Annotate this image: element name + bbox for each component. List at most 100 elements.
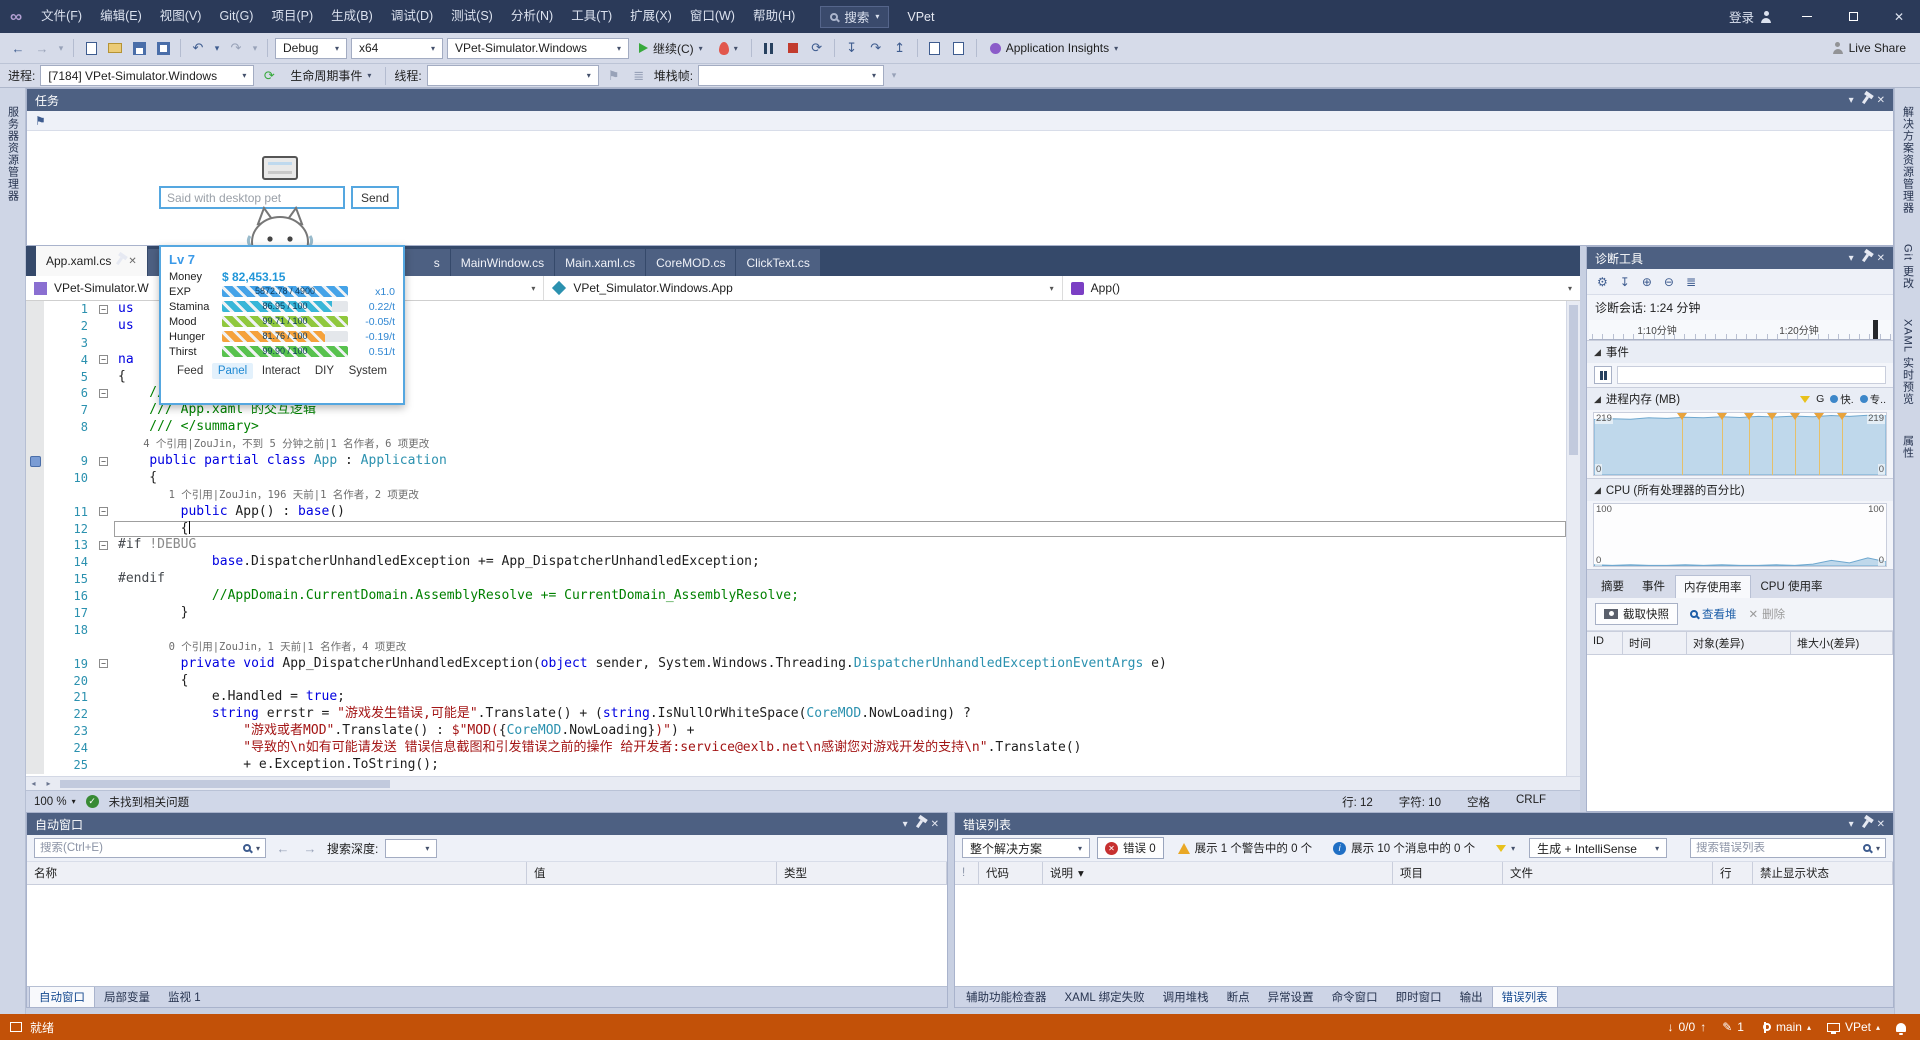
errors-titlebar[interactable]: 错误列表 ▾ ✕ — [955, 813, 1893, 835]
pet-tab-System[interactable]: System — [343, 363, 393, 379]
bottom-tab-监视 1[interactable]: 监视 1 — [159, 987, 210, 1007]
menu-item-工具(T)[interactable]: 工具(T) — [562, 0, 621, 33]
window-menu-icon[interactable]: ▾ — [1849, 253, 1854, 264]
scroll-right-icon[interactable]: ▸ — [41, 779, 56, 788]
menu-item-帮助(H)[interactable]: 帮助(H) — [744, 0, 804, 33]
notifications-button[interactable] — [1896, 1022, 1906, 1035]
scroll-left-icon[interactable]: ◂ — [26, 779, 41, 788]
fold-toggle[interactable]: − — [99, 540, 108, 550]
navigate-dropdown-icon[interactable]: ▾ — [56, 38, 66, 58]
pet-send-button[interactable]: Send — [351, 186, 399, 209]
menu-item-文件(F)[interactable]: 文件(F) — [32, 0, 91, 33]
menu-item-Git(G)[interactable]: Git(G) — [210, 0, 262, 33]
refresh-process-icon[interactable]: ⟳ — [259, 66, 279, 86]
thread-combo[interactable]: ▾ — [426, 65, 599, 86]
errors-col-禁止显示状态[interactable]: 禁止显示状态 — [1753, 862, 1893, 884]
undo-dropdown-icon[interactable]: ▾ — [212, 38, 222, 58]
step-out-icon[interactable]: ↥ — [890, 38, 910, 58]
save-icon[interactable] — [129, 38, 149, 58]
view-heap-button[interactable]: 查看堆 — [1690, 606, 1737, 622]
stack-frame-combo[interactable]: ▾ — [698, 65, 885, 86]
window-menu-icon[interactable]: ▾ — [1849, 95, 1854, 106]
flag-icon[interactable]: ⚑ — [35, 114, 46, 128]
minimize-button[interactable] — [1786, 0, 1828, 33]
autohide-tab-服务器资源管理器[interactable]: 服务器资源管理器 — [5, 94, 21, 214]
repo-button[interactable]: VPet ▴ — [1826, 1020, 1880, 1034]
code-line-14[interactable]: 14 base.DispatcherUnhandledException += … — [26, 554, 1566, 572]
navigate-forward-icon[interactable]: → — [32, 38, 52, 58]
code-line-13[interactable]: 13− #if !DEBUG — [26, 537, 1566, 555]
legend-专..[interactable]: 专.. — [1859, 392, 1886, 407]
live-share-button[interactable]: Live Share — [1826, 37, 1912, 59]
type-dropdown[interactable]: VPet_Simulator.Windows.App ▾ — [544, 276, 1063, 300]
errors-search[interactable]: ▾ — [1690, 838, 1886, 858]
errors-col-文件[interactable]: 文件 — [1503, 862, 1713, 884]
bottom-tab-异常设置[interactable]: 异常设置 — [1259, 987, 1323, 1007]
code-line-19[interactable]: 19− private void App_DispatcherUnhandled… — [26, 655, 1566, 673]
autohide-tab-属性[interactable]: 属性 — [1900, 423, 1916, 471]
zoom-combo[interactable]: 100 % ▾ — [34, 796, 76, 808]
menu-item-项目(P)[interactable]: 项目(P) — [262, 0, 322, 33]
autohide-tab-XAML 实时预览[interactable]: XAML 实时预览 — [1900, 307, 1916, 417]
process-combo[interactable]: [7184] VPet-Simulator.Windows ▾ — [40, 65, 255, 86]
bottom-tab-调用堆栈[interactable]: 调用堆栈 — [1154, 987, 1218, 1007]
comment-icon[interactable] — [949, 38, 969, 58]
snapshot-table-body[interactable] — [1587, 655, 1893, 811]
bottom-tab-局部变量[interactable]: 局部变量 — [95, 987, 159, 1007]
fold-toggle[interactable]: − — [99, 507, 108, 517]
window-menu-icon[interactable]: ▾ — [903, 819, 908, 830]
fold-toggle[interactable]: − — [99, 456, 108, 466]
codelens-row[interactable]: 0 个引用|ZouJin，1 天前|1 名作者，4 项更改 — [26, 638, 1566, 656]
menu-item-视图(V)[interactable]: 视图(V) — [151, 0, 211, 33]
code-line-22[interactable]: 22 string errstr = "游戏发生错误,可能是".Translat… — [26, 706, 1566, 724]
close-icon[interactable]: ✕ — [128, 256, 136, 267]
menu-item-测试(S)[interactable]: 测试(S) — [442, 0, 502, 33]
close-button[interactable]: ✕ — [1878, 0, 1920, 33]
code-line-12[interactable]: 12 { — [26, 520, 1566, 538]
scope-combo[interactable]: 整个解决方案 ▾ — [962, 838, 1090, 858]
login-button[interactable]: 登录 — [1719, 7, 1782, 26]
events-section-header[interactable]: ◢ 事件 — [1587, 340, 1893, 363]
search-back-icon[interactable]: ← — [273, 838, 293, 858]
source-combo[interactable]: 生成 + IntelliSense ▾ — [1529, 838, 1668, 858]
restart-icon[interactable]: ⟳ — [807, 38, 827, 58]
errors-col-项目[interactable]: 项目 — [1393, 862, 1503, 884]
code-line-16[interactable]: 16 //AppDomain.CurrentDomain.AssemblyRes… — [26, 588, 1566, 606]
doc-tab-Main.xaml.cs[interactable]: Main.xaml.cs — [555, 249, 646, 276]
bottom-tab-即时窗口[interactable]: 即时窗口 — [1387, 987, 1451, 1007]
toolbar-overflow-icon[interactable]: ▾ — [889, 66, 899, 86]
errors-filter-button[interactable]: 错误 0 — [1097, 837, 1164, 859]
diag-tab-事件[interactable]: 事件 — [1634, 575, 1673, 598]
code-line-25[interactable]: 25 + e.Exception.ToString(); — [26, 757, 1566, 774]
find-in-files-icon[interactable] — [925, 38, 945, 58]
errors-col-代码[interactable]: 代码 — [979, 862, 1043, 884]
diag-titlebar[interactable]: 诊断工具 ▾ ✕ — [1587, 247, 1893, 269]
bottom-tab-输出[interactable]: 输出 — [1451, 987, 1492, 1007]
code-line-21[interactable]: 21 e.Handled = true; — [26, 689, 1566, 707]
break-all-icon[interactable] — [759, 38, 779, 58]
code-line-23[interactable]: 23 "游戏或者MOD".Translate() : $"MOD({CoreMO… — [26, 723, 1566, 741]
pin-icon[interactable] — [116, 256, 124, 266]
code-line-24[interactable]: 24 "导致的\n如有可能请发送 错误信息截图和引发错误之前的操作 给开发者:s… — [26, 740, 1566, 758]
code-line-10[interactable]: 10 { — [26, 469, 1566, 487]
doc-tab-CoreMOD.cs[interactable]: CoreMOD.cs — [646, 249, 736, 276]
pin-icon[interactable] — [1861, 95, 1869, 105]
navigate-back-icon[interactable]: ← — [8, 38, 28, 58]
step-over-icon[interactable]: ↷ — [866, 38, 886, 58]
diag-col-时间[interactable]: 时间 — [1623, 632, 1687, 654]
pet-tab-Interact[interactable]: Interact — [256, 363, 306, 379]
diag-col-对象(差异)[interactable]: 对象(差异) — [1687, 632, 1791, 654]
close-icon[interactable]: ✕ — [931, 819, 939, 830]
menu-item-编辑(E)[interactable]: 编辑(E) — [91, 0, 151, 33]
errors-col-说明[interactable]: 说明 ▾ — [1043, 862, 1393, 884]
search-input[interactable] — [1696, 842, 1858, 854]
autos-col-名称[interactable]: 名称 — [27, 862, 527, 884]
pin-icon[interactable] — [915, 819, 923, 829]
pending-edits-button[interactable]: ✎ 1 — [1722, 1020, 1744, 1034]
platform-combo[interactable]: x64 ▾ — [351, 37, 443, 59]
fold-toggle[interactable]: − — [99, 659, 108, 669]
code-line-8[interactable]: 8 /// </summary> — [26, 419, 1566, 437]
task-panel-titlebar[interactable]: 任务 ▾ ✕ — [27, 89, 1893, 111]
filter-button[interactable]: ▾ — [1489, 842, 1522, 855]
app-insights-button[interactable]: Application Insights ▾ — [984, 37, 1124, 59]
